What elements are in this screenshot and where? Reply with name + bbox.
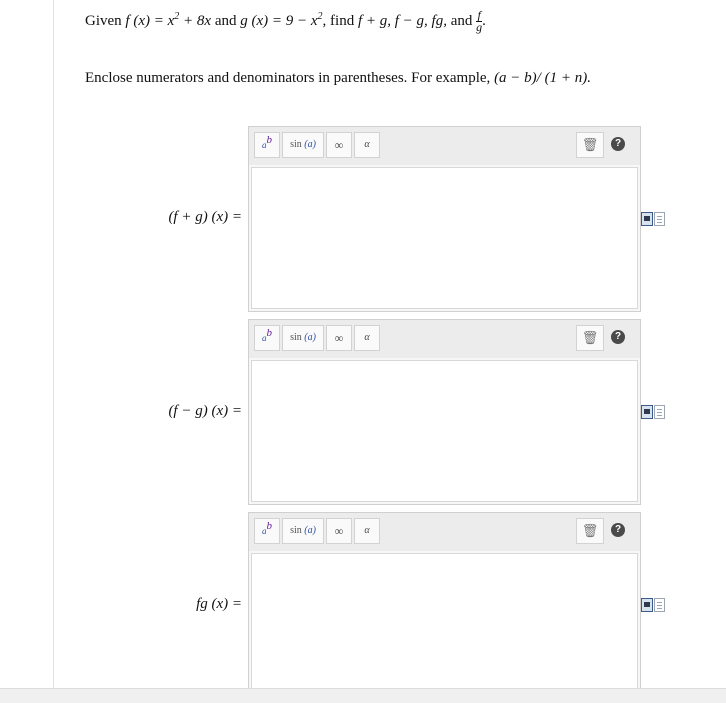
instruction-example: (a − b)/ (1 + n). xyxy=(494,70,591,86)
superscript-button[interactable]: ab xyxy=(254,518,280,544)
answer-label: (f − g) (x) = xyxy=(168,403,242,419)
side-icons xyxy=(641,598,667,612)
alpha-button[interactable]: α xyxy=(354,518,380,544)
left-divider xyxy=(53,0,54,688)
given-text: Given xyxy=(85,12,122,29)
document-icon[interactable] xyxy=(654,598,665,612)
answer-label: (f + g) (x) = xyxy=(168,209,242,225)
instruction-text: Enclose numerators and denominators in p… xyxy=(85,70,591,86)
preview-icon[interactable] xyxy=(641,405,653,419)
problem-statement: Given f (x) = x2 + 8x and g (x) = 9 − x2… xyxy=(85,8,486,34)
help-icon[interactable]: ? xyxy=(611,137,625,151)
sin-button[interactable]: sin (a) xyxy=(282,518,324,544)
editor-toolbar: ab sin (a) ∞ α 🗑 ? xyxy=(249,513,640,551)
preview-icon[interactable] xyxy=(641,212,653,226)
answer-input[interactable] xyxy=(251,167,638,309)
superscript-button[interactable]: ab xyxy=(254,132,280,158)
answer-label: fg (x) = xyxy=(196,596,242,612)
side-icons xyxy=(641,212,667,226)
sin-button[interactable]: sin (a) xyxy=(282,132,324,158)
and-text-2: and xyxy=(450,12,473,29)
sin-button[interactable]: sin (a) xyxy=(282,325,324,351)
document-icon[interactable] xyxy=(654,212,665,226)
side-icons xyxy=(641,405,667,419)
document-icon[interactable] xyxy=(654,405,665,419)
bottom-scroll-bar[interactable] xyxy=(0,688,726,703)
math-editor: ab sin (a) ∞ α 🗑 ? xyxy=(248,319,641,505)
infinity-button[interactable]: ∞ xyxy=(326,518,352,544)
trash-icon[interactable]: 🗑 xyxy=(576,325,604,351)
superscript-button[interactable]: ab xyxy=(254,325,280,351)
editor-toolbar: ab sin (a) ∞ α 🗑 ? xyxy=(249,127,640,165)
trash-icon[interactable]: 🗑 xyxy=(576,518,604,544)
operations-list: f + g, f − g, fg, xyxy=(357,12,447,29)
g-definition: g (x) = 9 − x2 xyxy=(240,10,323,29)
f-definition: f (x) = x2 + 8x xyxy=(125,10,212,29)
find-text: , find xyxy=(322,12,355,29)
math-editor: ab sin (a) ∞ α 🗑 ? xyxy=(248,126,641,312)
help-icon[interactable]: ? xyxy=(611,523,625,537)
and-text: and xyxy=(214,12,237,29)
answer-input[interactable] xyxy=(251,360,638,502)
alpha-button[interactable]: α xyxy=(354,132,380,158)
alpha-button[interactable]: α xyxy=(354,325,380,351)
answer-input[interactable] xyxy=(251,553,638,689)
editor-toolbar: ab sin (a) ∞ α 🗑 ? xyxy=(249,320,640,358)
infinity-button[interactable]: ∞ xyxy=(326,132,352,158)
preview-icon[interactable] xyxy=(641,598,653,612)
infinity-button[interactable]: ∞ xyxy=(326,325,352,351)
trash-icon[interactable]: 🗑 xyxy=(576,132,604,158)
math-editor: ab sin (a) ∞ α 🗑 ? xyxy=(248,512,641,692)
help-icon[interactable]: ? xyxy=(611,330,625,344)
